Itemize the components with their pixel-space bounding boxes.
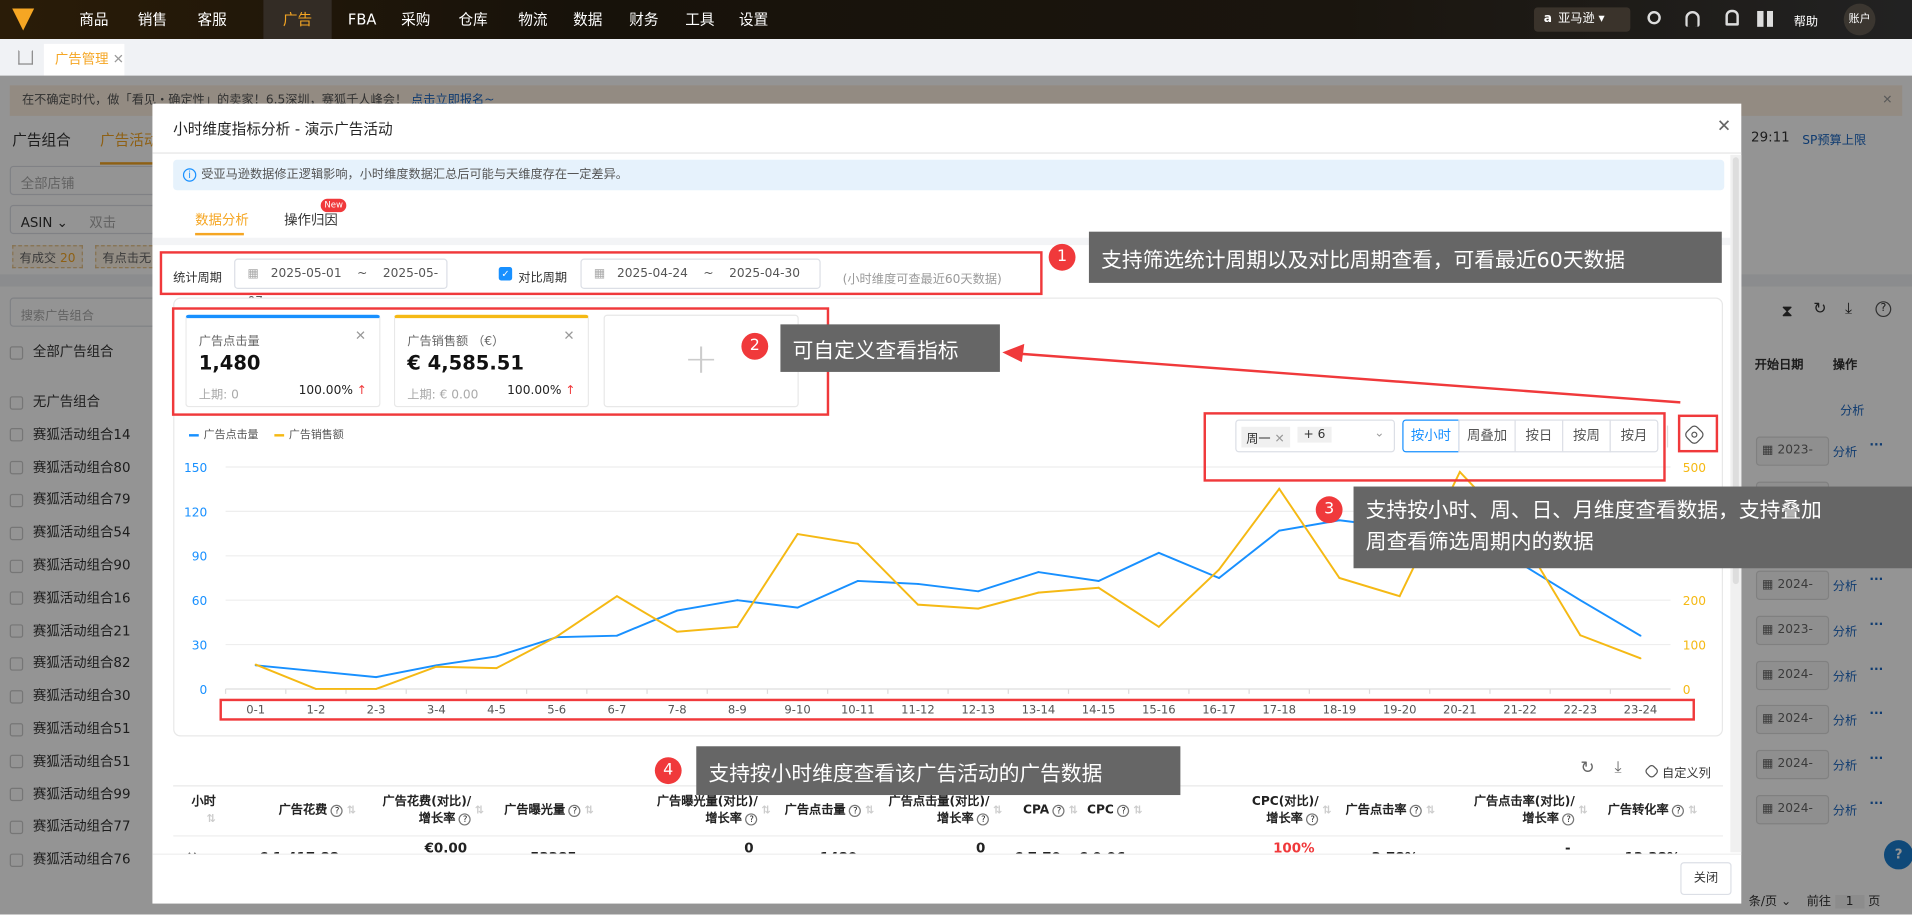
annotation-callout: 支持按小时维度查看该广告活动的广告数据 [696, 746, 1181, 796]
annotation-callout: 支持筛选统计周期以及对比周期查看，可看最近60天数据 [1088, 231, 1722, 283]
app: 商品 销售 客服 广告 FBA 采购 仓库 物流 数据 财务 工具 设置 a 亚马逊 ▾ 帮助 账户 广… [0, 0, 1912, 915]
annotation-number: 2 [741, 332, 769, 360]
annotation-callout: 可自定义查看指标 [780, 324, 1000, 372]
annotation-line: 支持按小时、周、日、月维度查看数据，支持叠加 [1365, 498, 1822, 524]
annotation-number: 3 [1315, 496, 1343, 524]
annotation-number: 4 [654, 757, 682, 785]
annotation-number: 1 [1048, 243, 1076, 271]
annotation-line: 周查看筛选周期内的数据 [1365, 530, 1594, 555]
annotation-callout: 支持按小时、周、日、月维度查看数据，支持叠加 周查看筛选周期内的数据 [1353, 486, 1912, 569]
